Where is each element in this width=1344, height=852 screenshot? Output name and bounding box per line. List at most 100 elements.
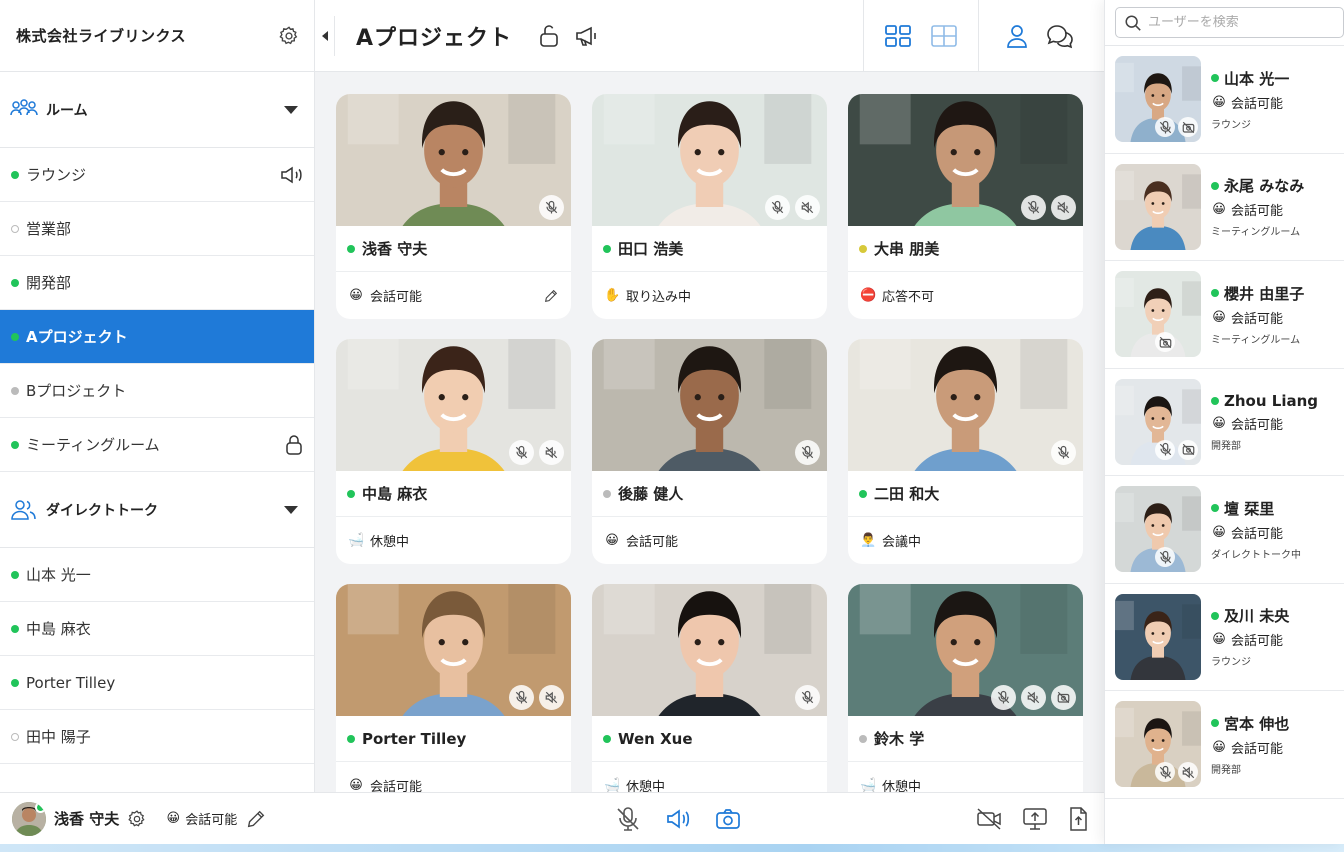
participant-name-row: 中島 麻衣 — [336, 471, 571, 517]
mic-off-icon — [795, 440, 820, 465]
status-emoji: 😀 — [1212, 415, 1226, 431]
participant-name-row: 鈴木 学 — [848, 716, 1083, 762]
user-row[interactable]: 宮本 伸也 😀 会話可能 開発部 — [1105, 691, 1344, 799]
user-status: 会話可能 — [1231, 417, 1284, 433]
room-item[interactable]: 開発部 — [0, 256, 314, 310]
grid-view-icon[interactable] — [884, 24, 912, 48]
speaker-off-icon — [539, 685, 564, 710]
camera-off-icon — [1178, 439, 1198, 460]
room-item[interactable]: ミーティングルーム — [0, 418, 314, 472]
status-emoji: 😀 — [1212, 524, 1226, 540]
participant-name: 浅香 守夫 — [362, 240, 428, 258]
speaker-off-icon — [1178, 762, 1198, 783]
direct-item[interactable]: Porter Tilley — [0, 656, 314, 710]
room-label: 開発部 — [26, 274, 72, 292]
direct-item[interactable]: 山本 光一 — [0, 548, 314, 602]
participant-card[interactable]: 大串 朋美 ⛔ 応答不可 — [848, 94, 1083, 319]
user-thumbnail[interactable] — [1115, 56, 1201, 143]
user-row[interactable]: 壇 栞里 😀 会話可能 ダイレクトトーク中 — [1105, 476, 1344, 584]
user-thumbnail[interactable] — [1115, 271, 1201, 358]
video-feed — [848, 584, 1083, 716]
user-row[interactable]: 永尾 みなみ 😀 会話可能 ミーティングルーム — [1105, 154, 1344, 261]
room-item[interactable]: 営業部 — [0, 202, 314, 256]
presence-dot — [347, 734, 355, 743]
direct-section-header[interactable]: ダイレクトトーク — [0, 472, 314, 548]
gear-icon[interactable] — [127, 809, 147, 829]
camera-icon[interactable] — [714, 805, 742, 833]
unlock-icon[interactable] — [538, 24, 560, 48]
spatial-view-icon[interactable] — [930, 24, 958, 48]
user-thumbnail[interactable] — [1115, 593, 1201, 680]
participant-status-row: 👨‍💼 会議中 — [848, 517, 1083, 564]
user-status: 会話可能 — [1231, 634, 1284, 650]
rooms-icon — [10, 98, 38, 122]
user-thumbnail[interactable] — [1115, 701, 1201, 788]
participant-status-row: ✋ 取り込み中 — [592, 272, 827, 319]
presence-dot — [859, 244, 867, 253]
presence-dot — [11, 332, 19, 341]
participant-card[interactable]: 中島 麻衣 🛁 休憩中 — [336, 339, 571, 564]
gear-icon[interactable] — [278, 25, 300, 47]
user-icon[interactable] — [1005, 23, 1029, 49]
participant-card[interactable]: 鈴木 学 🛁 休憩中 — [848, 584, 1083, 792]
video-feed — [592, 94, 827, 226]
pencil-icon[interactable] — [245, 808, 267, 830]
search-icon — [1124, 14, 1142, 32]
participant-name-row: Wen Xue — [592, 716, 827, 762]
file-share-icon[interactable] — [1067, 806, 1089, 832]
chat-icon[interactable] — [1045, 23, 1075, 49]
participant-card[interactable]: Wen Xue 🛁 休憩中 — [592, 584, 827, 792]
lock-icon[interactable] — [284, 434, 304, 456]
my-status[interactable]: 😀 会話可能 — [165, 809, 237, 828]
camera-off-icon[interactable] — [975, 806, 1003, 832]
participant-name: 後藤 健人 — [618, 485, 684, 503]
status-emoji: 😀 — [1212, 739, 1226, 755]
participant-name-row: 二田 和大 — [848, 471, 1083, 517]
speaker-icon[interactable] — [280, 165, 304, 185]
collapse-sidebar-button[interactable] — [315, 15, 335, 56]
megaphone-icon[interactable] — [574, 24, 600, 48]
speaker-icon[interactable] — [664, 805, 692, 833]
direct-item[interactable]: 田中 陽子 — [0, 710, 314, 764]
avatar[interactable] — [12, 801, 46, 836]
user-row[interactable]: 櫻井 由里子 😀 会話可能 ミーティングルーム — [1105, 261, 1344, 369]
mic-off-icon — [1155, 117, 1175, 138]
screen-share-icon[interactable] — [1021, 806, 1049, 832]
participant-card[interactable]: 後藤 健人 😀 会話可能 — [592, 339, 827, 564]
mic-off-icon — [1155, 547, 1175, 568]
user-thumbnail[interactable] — [1115, 378, 1201, 465]
chevron-down-icon[interactable] — [284, 105, 298, 114]
participant-name: 大串 朋美 — [874, 240, 940, 258]
room-title: Aプロジェクト — [356, 25, 513, 51]
participant-card[interactable]: 浅香 守夫 😀 会話可能 — [336, 94, 571, 319]
rooms-section-header[interactable]: ルーム — [0, 72, 314, 148]
mic-off-icon[interactable] — [614, 805, 642, 833]
my-status-text: 会話可能 — [185, 813, 238, 828]
search-box[interactable] — [1115, 7, 1344, 38]
direct-item[interactable]: 中島 麻衣 — [0, 602, 314, 656]
video-feed — [592, 339, 827, 471]
user-room: ダイレクトトーク中 — [1211, 549, 1301, 561]
user-row[interactable]: 山本 光一 😀 会話可能 ラウンジ — [1105, 46, 1344, 154]
user-thumbnail[interactable] — [1115, 163, 1201, 250]
my-profile[interactable]: 浅香 守夫 😀 会話可能 — [12, 801, 267, 836]
chevron-down-icon[interactable] — [284, 505, 298, 514]
presence-dot — [859, 489, 867, 498]
user-row[interactable]: 及川 未央 😀 会話可能 ラウンジ — [1105, 584, 1344, 691]
presence-dot — [603, 244, 611, 253]
status-emoji: ✋ — [604, 288, 621, 303]
status-emoji: 😀 — [1212, 202, 1226, 218]
room-item[interactable]: ラウンジ — [0, 148, 314, 202]
user-row[interactable]: Zhou Liang 😀 会話可能 開発部 — [1105, 369, 1344, 476]
participant-status-row: 🛁 休憩中 — [848, 762, 1083, 792]
user-thumbnail[interactable] — [1115, 486, 1201, 573]
search-input[interactable] — [1148, 15, 1328, 30]
participant-card[interactable]: Porter Tilley 😀 会話可能 — [336, 584, 571, 792]
pencil-icon[interactable] — [543, 288, 559, 304]
participant-status: 会話可能 — [370, 290, 423, 305]
room-item[interactable]: Aプロジェクト — [0, 310, 314, 364]
presence-dot — [347, 244, 355, 253]
participant-card[interactable]: 二田 和大 👨‍💼 会議中 — [848, 339, 1083, 564]
room-item[interactable]: Bプロジェクト — [0, 364, 314, 418]
participant-card[interactable]: 田口 浩美 ✋ 取り込み中 — [592, 94, 827, 319]
